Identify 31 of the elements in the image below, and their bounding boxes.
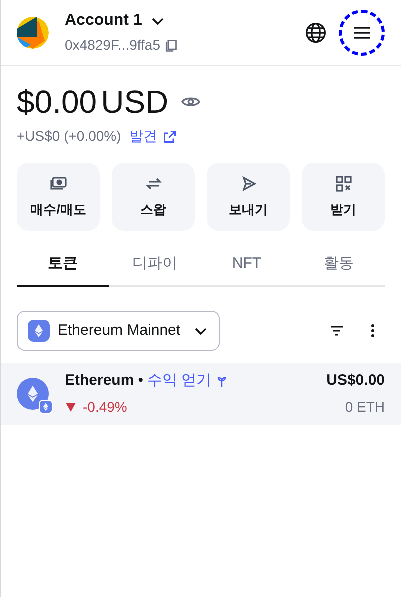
account-avatar-icon[interactable]	[17, 16, 49, 48]
ethereum-network-icon	[28, 320, 50, 342]
tab[interactable]: 디파이	[109, 243, 201, 287]
token-amount: 0 ETH	[345, 398, 385, 417]
menu-button[interactable]	[339, 10, 385, 56]
account-selector[interactable]: Account 1	[65, 9, 178, 33]
globe-icon[interactable]	[305, 22, 327, 44]
network-selector[interactable]: Ethereum Mainnet	[17, 311, 220, 351]
earn-link[interactable]: 수익 얻기	[147, 370, 212, 393]
sprout-icon	[216, 376, 228, 388]
discover-link[interactable]: 발견	[129, 126, 158, 147]
balance-change: +US$0 (+0.00%)	[17, 127, 122, 146]
account-address: 0x4829F...9ffa5	[65, 36, 160, 55]
action-button[interactable]: 매수/매도	[17, 163, 100, 231]
separator-dot: •	[138, 371, 144, 392]
copy-icon[interactable]	[164, 38, 178, 52]
tab[interactable]: 활동	[293, 243, 385, 287]
tab[interactable]: 토큰	[17, 243, 109, 287]
filter-icon[interactable]	[329, 323, 345, 339]
balance-currency: USD	[101, 86, 169, 118]
balance-amount: $0.00	[17, 86, 98, 118]
token-change: -0.49%	[83, 398, 128, 417]
tab[interactable]: NFT	[201, 243, 293, 287]
token-value: US$0.00	[326, 371, 385, 392]
action-button[interactable]: 받기	[302, 163, 385, 231]
token-row[interactable]: Ethereum • 수익 얻기 -0.49% US$0.00 0 ETH	[1, 363, 401, 425]
qr-code-icon	[334, 174, 354, 194]
external-link-icon[interactable]	[163, 130, 178, 144]
action-button[interactable]: 보내기	[207, 163, 290, 231]
token-name: Ethereum	[65, 371, 134, 392]
action-button[interactable]: 스왑	[112, 163, 195, 231]
